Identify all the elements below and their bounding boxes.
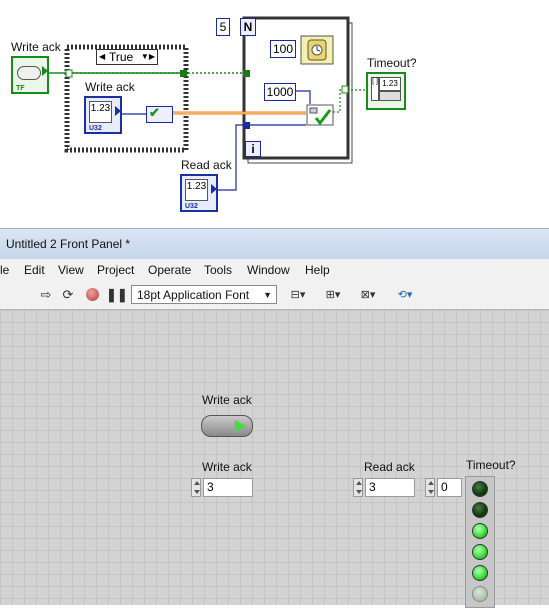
window-title: Untitled 2 Front Panel * — [6, 237, 131, 251]
led-3 — [472, 544, 488, 560]
read-ack-increment[interactable] — [353, 478, 363, 497]
menu-project[interactable]: Project — [97, 263, 134, 277]
numeric-display: 1.23 — [185, 179, 208, 201]
timeout-ms-constant[interactable]: 1000 — [264, 83, 296, 101]
array-element-display: 1.23 — [379, 77, 401, 91]
loop-count-constant[interactable]: 5 — [216, 18, 230, 36]
wires — [47, 16, 366, 191]
prev-case-icon[interactable]: ◀ — [99, 50, 105, 64]
bool-switch-icon — [17, 66, 41, 80]
abort-icon[interactable] — [85, 287, 101, 303]
read-ack-bd-label: Read ack — [181, 158, 232, 172]
menu-window[interactable]: Window — [247, 263, 290, 277]
read-ack-numeric: 3 — [353, 478, 416, 497]
wait-ms-constant[interactable]: 100 — [270, 40, 296, 58]
toolbar: ⇨ ⟳ ❚❚ 18pt Application Font ▼ ⊟▾ ⊞▾ ⊠▾ … — [0, 281, 549, 310]
run-continuously-icon[interactable]: ⟳ — [60, 287, 76, 303]
inner-write-ack-label: Write ack — [85, 80, 135, 94]
write-ack-value[interactable]: 3 — [203, 478, 253, 497]
menu-edit[interactable]: Edit — [24, 263, 45, 277]
menu-tools[interactable]: Tools — [204, 263, 232, 277]
read-ack-terminal[interactable]: 1.23 U32 — [180, 174, 218, 212]
align-objects-icon[interactable]: ⊟▾ — [286, 287, 310, 303]
check-icon: ✔ — [149, 105, 160, 120]
n-terminal: N — [240, 18, 256, 36]
timeout-array-terminal[interactable]: [ ] 1.23 — [366, 72, 406, 110]
numeric-type: U32 — [185, 203, 198, 210]
terminal-arrow-icon — [42, 66, 48, 76]
read-ack-value[interactable]: 3 — [365, 478, 415, 497]
inner-write-ack-terminal[interactable]: 1.23 U32 — [84, 96, 122, 134]
terminal-arrow-icon — [115, 106, 121, 116]
menu-file[interactable]: le — [0, 263, 9, 277]
wait-ack-node-icon[interactable] — [306, 104, 334, 126]
run-arrow-icon[interactable]: ⇨ — [38, 287, 54, 303]
write-ack-bool-label: Write ack — [202, 393, 252, 407]
reorder-icon[interactable]: ⟲▾ — [393, 287, 417, 303]
next-case-icon[interactable]: ▼▶ — [141, 50, 155, 64]
write-ack-increment[interactable] — [191, 478, 201, 497]
resize-objects-icon[interactable]: ⊠▾ — [356, 287, 380, 303]
chevron-down-icon: ▼ — [263, 290, 272, 300]
led-0 — [472, 481, 488, 497]
led-1 — [472, 502, 488, 518]
menu-view[interactable]: View — [58, 263, 84, 277]
font-select-value: 18pt Application Font — [137, 288, 250, 302]
write-ack-numeric: 3 — [191, 478, 254, 497]
bool-type: TF — [16, 85, 25, 92]
case-selector-value: True — [109, 50, 134, 64]
write-ack-bd-label: Write ack — [11, 40, 61, 54]
pause-icon[interactable]: ❚❚ — [106, 287, 128, 303]
timeout-bd-label: Timeout? — [367, 56, 417, 70]
write-ack-switch[interactable] — [201, 415, 253, 437]
front-panel[interactable]: Write ack Write ack 3 Read ack 3 Timeout… — [0, 310, 549, 608]
write-ack-node[interactable]: ✔ — [146, 105, 173, 123]
array-index-value[interactable]: 0 — [437, 478, 462, 497]
bool-tunnel-index — [341, 85, 349, 94]
window-titlebar[interactable]: Untitled 2 Front Panel * — [0, 228, 549, 260]
menu-operate[interactable]: Operate — [148, 263, 191, 277]
block-diagram: Write ack TF ◀ True ▼▶ Write ack 1.23 U3… — [0, 0, 549, 222]
bool-tunnel-loop — [243, 70, 250, 77]
menu-help[interactable]: Help — [305, 263, 330, 277]
write-ack-bool-terminal[interactable]: TF — [11, 56, 49, 94]
numeric-type: U32 — [89, 125, 102, 132]
timeout-label: Timeout? — [466, 458, 516, 472]
numeric-display: 1.23 — [89, 101, 112, 123]
array-index-spinner[interactable] — [425, 478, 435, 497]
case-selector[interactable]: ◀ True ▼▶ — [96, 49, 158, 65]
read-ack-label: Read ack — [364, 460, 415, 474]
bool-tunnel-out — [180, 70, 187, 77]
bool-tunnel-case — [65, 69, 73, 78]
terminal-arrow-icon — [211, 184, 217, 194]
num-tunnel-loop — [243, 122, 250, 129]
abort-stop-shape — [86, 288, 99, 301]
menu-bar: le Edit View Project Operate Tools Windo… — [0, 259, 549, 281]
timeout-led-array — [465, 476, 495, 608]
write-ack-num-label: Write ack — [202, 460, 252, 474]
array-index-icon: [ ] — [371, 77, 379, 101]
switch-led-icon — [235, 420, 246, 432]
wait-node-icon[interactable] — [300, 35, 334, 65]
font-select[interactable]: 18pt Application Font ▼ — [131, 285, 277, 304]
led-2 — [472, 523, 488, 539]
array-element-2 — [379, 91, 401, 101]
led-4 — [472, 565, 488, 581]
timeout-array-index: 0 — [425, 478, 463, 497]
distribute-objects-icon[interactable]: ⊞▾ — [321, 287, 345, 303]
led-5 — [472, 586, 488, 602]
iteration-terminal: i — [245, 141, 261, 157]
